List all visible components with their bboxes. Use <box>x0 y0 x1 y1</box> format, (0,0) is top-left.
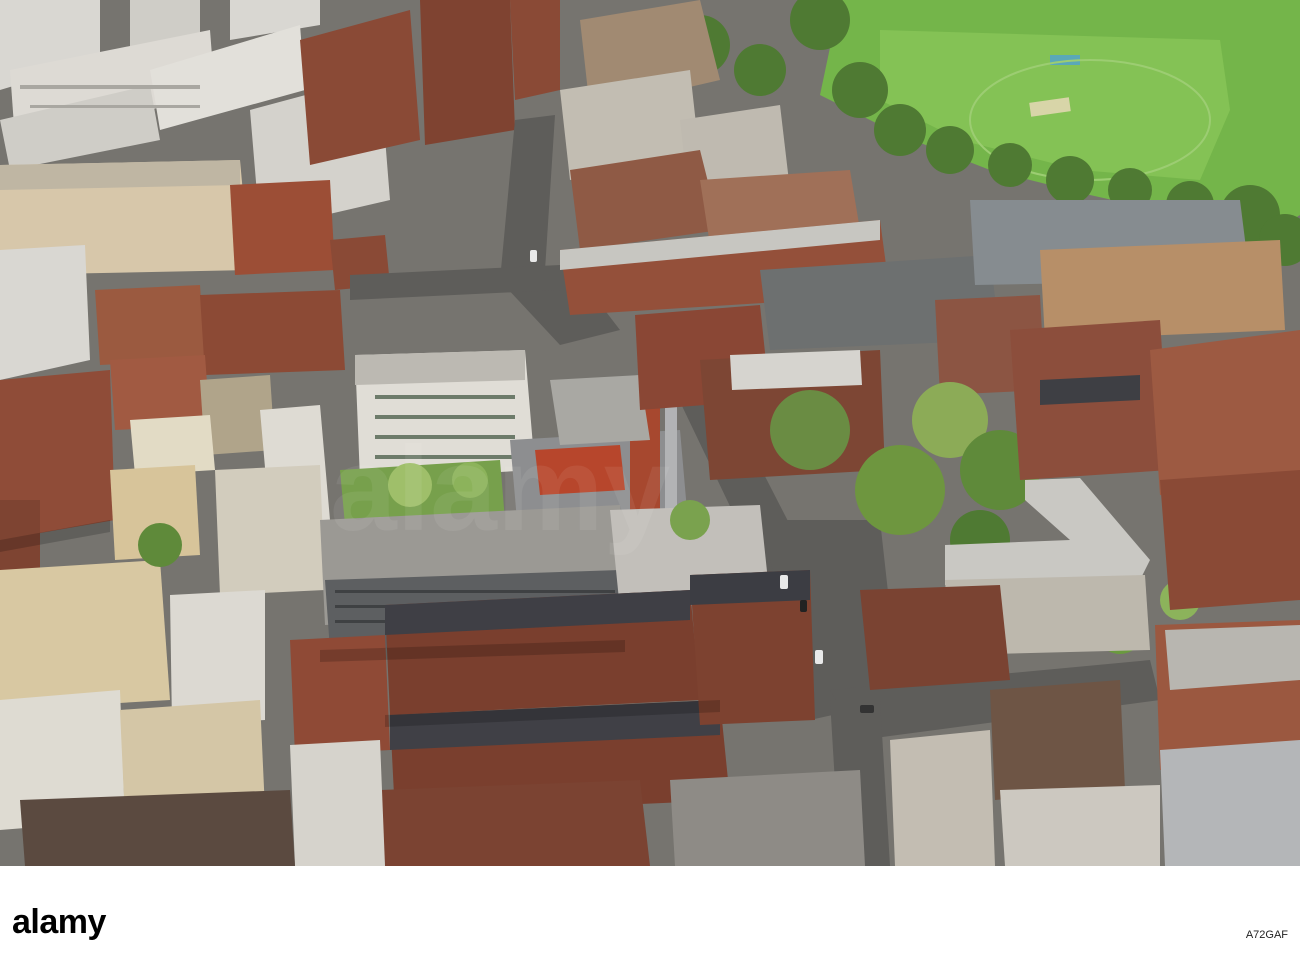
footer-bar <box>0 866 1300 955</box>
stock-logo: alamy <box>12 903 106 941</box>
aerial-photo: alamy <box>0 0 1300 866</box>
image-id-label: A72GAF <box>1245 929 1288 941</box>
